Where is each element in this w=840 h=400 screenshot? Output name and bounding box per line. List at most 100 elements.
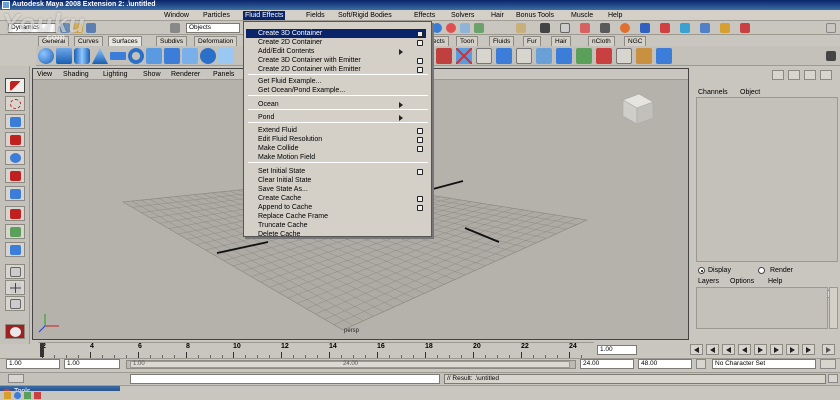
menu-fields[interactable]: Fields [304, 11, 327, 20]
menu-soft-rigid-bodies[interactable]: Soft/Rigid Bodies [336, 11, 394, 20]
menu-item-make-motion-field[interactable]: Make Motion Field [258, 153, 315, 162]
browser-icon[interactable] [14, 392, 21, 399]
playback-end-field[interactable]: 24.00 [580, 359, 634, 369]
menu-hair[interactable]: Hair [489, 11, 506, 20]
ipr-render-icon[interactable] [580, 23, 590, 33]
insert-edge-loop-icon[interactable] [616, 48, 632, 64]
option-box-icon[interactable] [417, 168, 423, 175]
range-slider-thumb[interactable]: 1.00 24.00 [130, 361, 570, 368]
poly-torus-icon[interactable] [128, 48, 144, 64]
menu-window[interactable]: Window [162, 11, 191, 20]
help-menu[interactable]: Help [768, 277, 782, 286]
tab-fur[interactable]: Fur [523, 36, 541, 46]
step-forward-key-button[interactable] [770, 344, 783, 355]
tool-settings-icon[interactable] [820, 70, 832, 80]
animation-end-field[interactable]: 48.00 [638, 359, 692, 369]
menu-item-delete-cache[interactable]: Delete Cache [258, 230, 300, 239]
option-box-icon[interactable] [417, 57, 423, 64]
menu-solvers[interactable]: Solvers [449, 11, 476, 20]
menu-item-get-fluid-example[interactable]: Get Fluid Example... [258, 77, 321, 86]
snap-curve-icon[interactable] [446, 23, 456, 33]
shelf-menu-icon[interactable] [826, 51, 836, 61]
viewport-menu-renderer[interactable]: Renderer [171, 70, 200, 79]
tab-ncloth[interactable]: nCloth [588, 36, 615, 46]
paint-select-tool[interactable] [5, 114, 25, 129]
menu-bonus-tools[interactable]: Bonus Tools [514, 11, 556, 20]
viewport-menu-shading[interactable]: Shading [63, 70, 89, 79]
tab-ngc[interactable]: NGC [624, 36, 647, 46]
animation-start-field[interactable]: 1.00 [6, 359, 60, 369]
menu-item-create-3d-container[interactable]: Create 3D Container [246, 29, 426, 38]
tab-fluids[interactable]: Fluids [489, 36, 515, 46]
poly-cylinder-icon[interactable] [74, 48, 90, 64]
step-back-button[interactable] [706, 344, 719, 355]
menu-fluid-effects[interactable]: Fluid Effects [243, 11, 286, 20]
selection-mask-icon[interactable] [170, 23, 180, 33]
menu-item-create-cache[interactable]: Create Cache [258, 194, 301, 203]
link-icon[interactable] [680, 23, 690, 33]
show-manipulator-tool[interactable] [5, 224, 25, 239]
lock-icon[interactable] [540, 23, 550, 33]
option-box-icon[interactable] [417, 145, 423, 152]
time-slider[interactable]: 24681012141618202224 [38, 342, 594, 358]
media-icon[interactable] [24, 392, 31, 399]
folder-icon[interactable] [4, 392, 11, 399]
bridge-icon[interactable] [516, 48, 532, 64]
menu-item-get-ocean-pond-example[interactable]: Get Ocean/Pond Example... [258, 86, 345, 95]
tab-deformation[interactable]: Deformation [194, 36, 238, 46]
menu-item-make-collide[interactable]: Make Collide [258, 144, 298, 153]
sculpt-icon[interactable] [660, 23, 670, 33]
step-back-key-button[interactable] [722, 344, 735, 355]
options-menu[interactable]: Options [730, 277, 754, 286]
option-box-icon[interactable] [417, 127, 423, 134]
command-input[interactable] [130, 374, 440, 384]
step-forward-button[interactable] [786, 344, 799, 355]
save-scene-icon[interactable] [86, 23, 96, 33]
menu-item-append-to-cache[interactable]: Append to Cache [258, 203, 312, 212]
current-time-indicator[interactable] [40, 343, 44, 357]
viewport-menu-lighting[interactable]: Lighting [103, 70, 128, 79]
auto-key-button[interactable] [820, 359, 836, 369]
poly-soccer-icon[interactable] [218, 48, 234, 64]
tab-surfaces[interactable]: Surfaces [108, 36, 142, 46]
menu-item-ocean[interactable]: Ocean [258, 100, 279, 109]
menu-effects[interactable]: Effects [412, 11, 437, 20]
select-tool[interactable] [5, 78, 25, 93]
menu-item-edit-fluid-resolution[interactable]: Edit Fluid Resolution [258, 135, 322, 144]
extract-icon[interactable] [476, 48, 492, 64]
rotate-tool[interactable] [5, 150, 25, 165]
snap-point-icon[interactable] [460, 23, 470, 33]
move-tool[interactable] [5, 132, 25, 147]
toggle-tool-settings-icon[interactable] [740, 23, 750, 33]
display-layer-radio[interactable] [698, 267, 705, 274]
poly-prism-icon[interactable] [146, 48, 162, 64]
channel-box-area[interactable] [696, 97, 838, 262]
viewport-menu-panels[interactable]: Panels [213, 70, 234, 79]
shelf-more-icon[interactable] [656, 48, 672, 64]
menu-item-clear-initial-state[interactable]: Clear Initial State [258, 176, 311, 185]
app-icon[interactable] [34, 392, 41, 399]
poly-plane-icon[interactable] [110, 52, 126, 60]
menu-muscle[interactable]: Muscle [569, 11, 595, 20]
option-box-icon[interactable] [417, 204, 423, 211]
option-box-icon[interactable] [417, 195, 423, 202]
cube-icon[interactable] [640, 23, 650, 33]
menu-item-create-2d-container[interactable]: Create 2D Container [258, 38, 322, 47]
play-forwards-button[interactable] [754, 344, 767, 355]
render-layer-radio[interactable] [758, 267, 765, 274]
layer-scrollbar[interactable] [829, 287, 838, 329]
viewport-menu-show[interactable]: Show [143, 70, 161, 79]
layer-list[interactable] [696, 287, 828, 329]
layers-menu[interactable]: Layers [698, 277, 719, 286]
single-perspective-layout-icon[interactable] [5, 264, 25, 279]
uv-editor-icon[interactable] [636, 48, 652, 64]
render-frame-icon[interactable] [560, 23, 570, 33]
menu-item-replace-cache-frame[interactable]: Replace Cache Frame [258, 212, 328, 221]
layout-icon[interactable] [826, 23, 836, 33]
last-tool-used[interactable] [5, 242, 25, 257]
poly-helix-icon[interactable] [200, 48, 216, 64]
layer-editor-icon[interactable] [788, 70, 800, 80]
tab-hair[interactable]: Hair [551, 36, 571, 46]
four-view-layout-icon[interactable] [5, 280, 25, 295]
viewport-menu-view[interactable]: View [37, 70, 52, 79]
